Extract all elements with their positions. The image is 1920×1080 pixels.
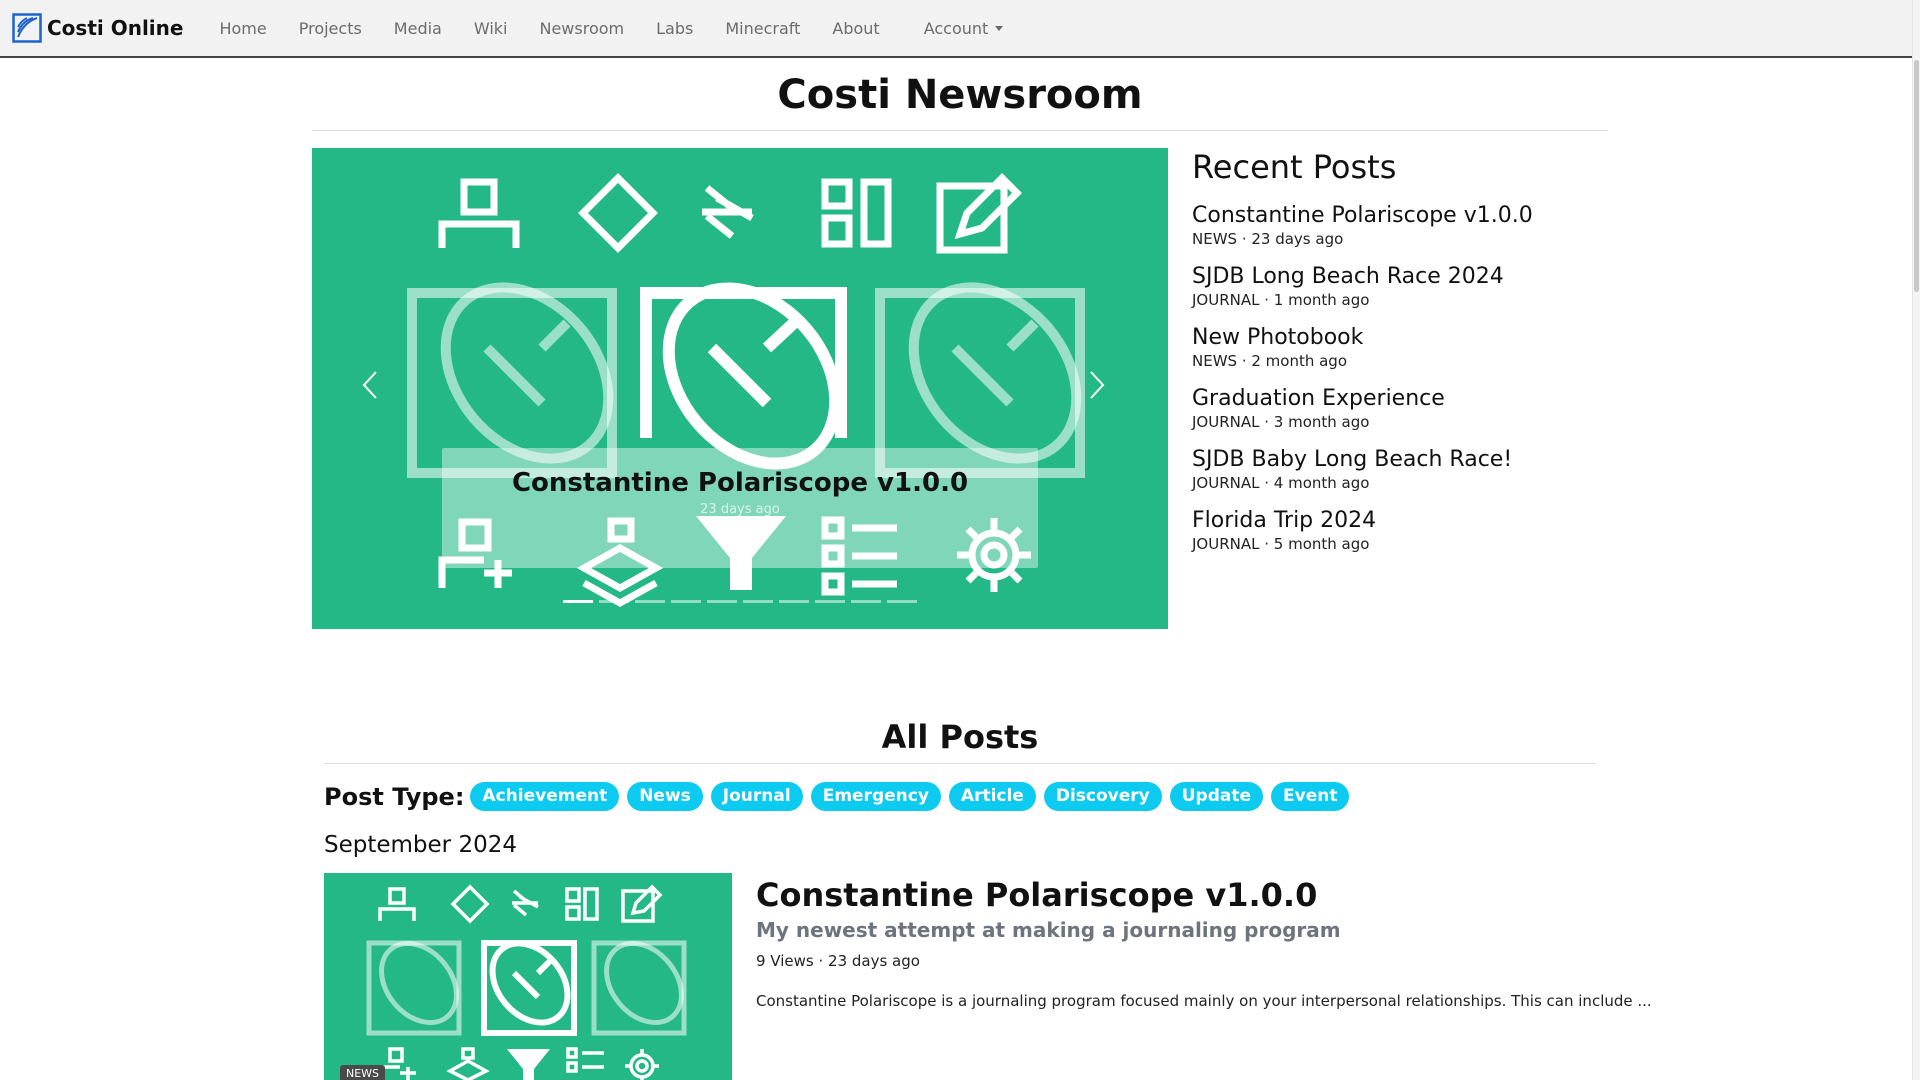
post-subtitle: My newest attempt at making a journaling… <box>756 918 1341 942</box>
chevron-left-icon <box>362 371 377 399</box>
top-navbar: Costi Online Home Projects Media Wiki Ne… <box>0 0 1918 58</box>
page-title: Costi Newsroom <box>777 72 1143 118</box>
edit-icon <box>936 173 1022 254</box>
recent-post-meta: JOURNAL · 3 month ago <box>1192 413 1370 431</box>
carousel-indicator[interactable] <box>635 600 665 603</box>
scrollbar-thumb[interactable] <box>1914 60 1919 292</box>
post-thumbnail[interactable]: NEWS <box>324 873 732 1080</box>
brand-logo-icon <box>12 13 42 43</box>
post-type-filters: Post Type: Achievement News Journal Emer… <box>324 782 1357 811</box>
post-type-label: Post Type: <box>324 782 465 811</box>
layout-icon <box>565 887 599 921</box>
carousel-indicator[interactable] <box>599 600 629 603</box>
recent-post-item[interactable]: SJDB Long Beach Race 2024 JOURNAL · 1 mo… <box>1192 263 1612 309</box>
add-user-icon <box>378 1047 416 1080</box>
post-type-badge: NEWS <box>340 1065 386 1080</box>
chevron-right-icon <box>1090 371 1105 399</box>
title-divider <box>312 130 1608 131</box>
filter-achievement[interactable]: Achievement <box>470 782 620 811</box>
recent-post-meta: JOURNAL · 1 month ago <box>1192 291 1370 309</box>
recent-post-title[interactable]: New Photobook <box>1192 324 1612 352</box>
carousel-caption: Constantine Polariscope v1.0.0 23 days a… <box>442 448 1038 568</box>
recent-post-item[interactable]: Graduation Experience JOURNAL · 3 month … <box>1192 385 1612 431</box>
nav-labs[interactable]: Labs <box>640 19 709 38</box>
nav-wiki[interactable]: Wiki <box>458 19 524 38</box>
account-label: Account <box>923 18 989 38</box>
nav-media[interactable]: Media <box>378 19 458 38</box>
filter-journal[interactable]: Journal <box>710 782 803 811</box>
carousel-indicator[interactable] <box>671 600 701 603</box>
carousel-indicator[interactable] <box>887 600 917 603</box>
layout-icon <box>821 178 892 248</box>
all-posts-heading: All Posts <box>881 718 1039 756</box>
edit-icon <box>621 884 663 923</box>
arrows-icon <box>702 185 754 239</box>
caret-down-icon <box>995 25 1004 31</box>
brand[interactable]: Costi Online <box>12 13 183 43</box>
filter-news[interactable]: News <box>627 782 703 811</box>
recent-posts-heading: Recent Posts <box>1192 148 1397 186</box>
recent-post-item[interactable]: New Photobook NEWS · 2 month ago <box>1192 324 1612 370</box>
all-posts-divider <box>324 763 1596 764</box>
warning-icon <box>450 884 490 924</box>
recent-post-item[interactable]: SJDB Baby Long Beach Race! JOURNAL · 4 m… <box>1192 446 1612 492</box>
user-icon <box>378 887 416 921</box>
recent-post-meta: NEWS · 2 month ago <box>1192 352 1348 370</box>
recent-post-title[interactable]: Graduation Experience <box>1192 385 1612 413</box>
post-excerpt: Constantine Polariscope is a journaling … <box>756 992 1652 1010</box>
filter-discovery[interactable]: Discovery <box>1043 782 1162 811</box>
main-nav: Home Projects Media Wiki Newsroom Labs M… <box>203 19 1019 38</box>
brand-name: Costi Online <box>47 16 184 40</box>
gear-icon <box>625 1049 659 1080</box>
filter-event[interactable]: Event <box>1271 782 1350 811</box>
recent-post-title[interactable]: SJDB Baby Long Beach Race! <box>1192 446 1612 474</box>
carousel-indicator[interactable] <box>563 600 593 603</box>
featured-carousel[interactable]: Constantine Polariscope v1.0.0 23 days a… <box>312 148 1168 629</box>
carousel-indicator[interactable] <box>743 600 773 603</box>
month-heading: September 2024 <box>324 832 517 858</box>
filter-update[interactable]: Update <box>1169 782 1264 811</box>
filter-emergency[interactable]: Emergency <box>810 782 941 811</box>
post-thumbnail-image <box>366 884 687 1080</box>
recent-post-meta: JOURNAL · 5 month ago <box>1192 535 1370 553</box>
arrows-icon <box>512 889 539 917</box>
recent-post-item[interactable]: Florida Trip 2024 JOURNAL · 5 month ago <box>1192 507 1612 553</box>
recent-post-title[interactable]: Constantine Polariscope v1.0.0 <box>1192 202 1612 230</box>
filter-article[interactable]: Article <box>948 782 1036 811</box>
nav-about[interactable]: About <box>816 19 895 38</box>
carousel-indicators <box>563 600 923 603</box>
carousel-indicator[interactable] <box>815 600 845 603</box>
account-dropdown[interactable]: Account <box>908 19 1020 38</box>
recent-post-meta: NEWS · 23 days ago <box>1192 230 1344 248</box>
nav-minecraft[interactable]: Minecraft <box>709 19 816 38</box>
list-icon <box>566 1047 604 1073</box>
funnel-icon <box>507 1049 550 1080</box>
recent-post-title[interactable]: SJDB Long Beach Race 2024 <box>1192 263 1612 291</box>
carousel-next-button[interactable] <box>1089 370 1119 410</box>
carousel-indicator[interactable] <box>779 600 809 603</box>
carousel-indicator[interactable] <box>707 600 737 603</box>
carousel-prev-button[interactable] <box>362 370 392 410</box>
nav-home[interactable]: Home <box>203 19 282 38</box>
nav-newsroom[interactable]: Newsroom <box>523 19 640 38</box>
user-icon <box>438 178 520 248</box>
recent-post-meta: JOURNAL · 4 month ago <box>1192 474 1370 492</box>
post-title[interactable]: Constantine Polariscope v1.0.0 <box>756 876 1317 914</box>
post-meta: 9 Views · 23 days ago <box>756 952 920 970</box>
recent-post-title[interactable]: Florida Trip 2024 <box>1192 507 1612 535</box>
warning-icon <box>578 173 658 253</box>
carousel-caption-title: Constantine Polariscope v1.0.0 <box>511 468 969 498</box>
recent-posts: Recent Posts Constantine Polariscope v1.… <box>1192 148 1612 568</box>
nav-projects[interactable]: Projects <box>283 19 378 38</box>
layers-icon <box>446 1047 490 1080</box>
carousel-indicator[interactable] <box>851 600 881 603</box>
page-scrollbar[interactable] <box>1912 0 1920 1080</box>
recent-post-item[interactable]: Constantine Polariscope v1.0.0 NEWS · 23… <box>1192 202 1612 248</box>
carousel-caption-date: 23 days ago <box>700 502 780 517</box>
